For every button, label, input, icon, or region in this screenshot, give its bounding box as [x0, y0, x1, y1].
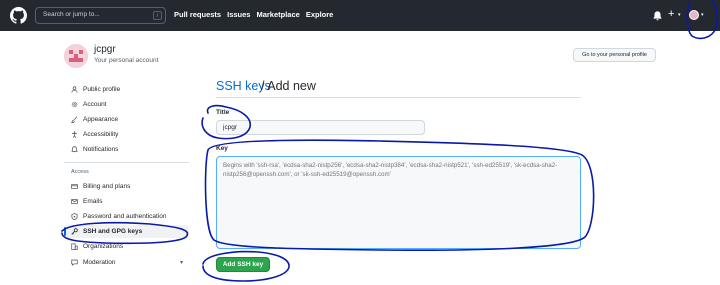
shield-lock-icon	[71, 213, 78, 220]
sidebar-item-label: Accessibility	[83, 131, 119, 138]
sidebar-item-public-profile[interactable]: Public profile	[64, 83, 189, 96]
profile-username: jcpgr	[94, 44, 116, 55]
accessibility-icon	[72, 131, 77, 138]
nav-marketplace[interactable]: Marketplace	[256, 10, 299, 19]
sidebar-item-label: Emails	[83, 198, 103, 205]
sidebar-item-label: Billing and plans	[83, 183, 131, 190]
create-new-plus-icon[interactable]: +	[668, 8, 674, 20]
search-input[interactable]: Search or jump to... /	[35, 7, 166, 24]
sidebar-section-access: Access	[71, 169, 89, 175]
nav-pull-requests[interactable]: Pull requests	[174, 10, 221, 19]
sidebar-item-moderation[interactable]: Moderation ▾	[64, 256, 189, 269]
avatar-dropdown-caret-icon[interactable]: ▾	[701, 12, 704, 18]
gear-icon	[71, 101, 78, 108]
sidebar-item-account[interactable]: Account	[64, 98, 189, 111]
organization-icon	[71, 243, 78, 250]
sidebar-item-appearance[interactable]: Appearance	[64, 113, 189, 126]
page-title: / Add new	[261, 79, 316, 93]
nav-explore[interactable]: Explore	[306, 10, 334, 19]
user-avatar-menu[interactable]	[689, 10, 699, 20]
top-nav: Pull requests Issues Marketplace Explore	[174, 10, 333, 19]
sidebar-item-label: Moderation	[83, 259, 116, 266]
key-field-label: Key	[216, 145, 228, 152]
profile-avatar	[64, 44, 88, 68]
sidebar-item-ssh-gpg-keys[interactable]: SSH and GPG keys	[64, 225, 189, 238]
sidebar-item-label: Notifications	[83, 146, 119, 153]
sidebar-item-accessibility[interactable]: Accessibility	[64, 128, 189, 141]
sidebar-item-label: Organizations	[83, 243, 124, 250]
title-input[interactable]	[216, 120, 425, 135]
chevron-down-icon[interactable]: ▾	[180, 259, 183, 266]
sidebar-item-label: SSH and GPG keys	[83, 228, 143, 235]
person-icon	[71, 86, 78, 93]
identicon-icon	[64, 44, 88, 68]
sidebar-item-label: Appearance	[83, 116, 119, 123]
credit-card-icon	[71, 184, 78, 189]
paintbrush-icon	[71, 116, 78, 123]
sidebar-item-billing[interactable]: Billing and plans	[64, 180, 189, 193]
search-shortcut-badge: /	[153, 11, 162, 20]
report-icon	[71, 259, 78, 266]
sidebar-item-label: Password and authentication	[83, 213, 167, 220]
title-divider	[216, 97, 581, 98]
nav-issues[interactable]: Issues	[227, 10, 250, 19]
bell-icon	[71, 146, 78, 153]
create-dropdown-caret-icon[interactable]: ▾	[678, 12, 681, 18]
sidebar-item-password-authentication[interactable]: Password and authentication	[64, 210, 189, 223]
github-logo-icon[interactable]	[10, 7, 27, 24]
global-header: Search or jump to... / Pull requests Iss…	[0, 0, 720, 31]
sidebar-item-label: Public profile	[83, 86, 121, 93]
key-textarea[interactable]	[216, 156, 581, 249]
key-icon	[71, 228, 78, 235]
profile-subtitle: Your personal account	[94, 57, 159, 64]
go-to-profile-button[interactable]: Go to your personal profile	[573, 48, 656, 62]
sidebar-item-emails[interactable]: Emails	[64, 195, 189, 208]
add-ssh-key-button[interactable]: Add SSH key	[216, 257, 270, 272]
sidebar-divider	[64, 162, 189, 163]
search-placeholder: Search or jump to...	[43, 11, 100, 18]
notifications-bell-icon[interactable]	[652, 10, 663, 22]
title-field-label: Title	[216, 109, 230, 116]
sidebar-item-organizations[interactable]: Organizations	[64, 240, 189, 253]
mail-icon	[71, 199, 78, 204]
sidebar-item-label: Account	[83, 101, 107, 108]
sidebar-item-notifications[interactable]: Notifications	[64, 143, 189, 156]
